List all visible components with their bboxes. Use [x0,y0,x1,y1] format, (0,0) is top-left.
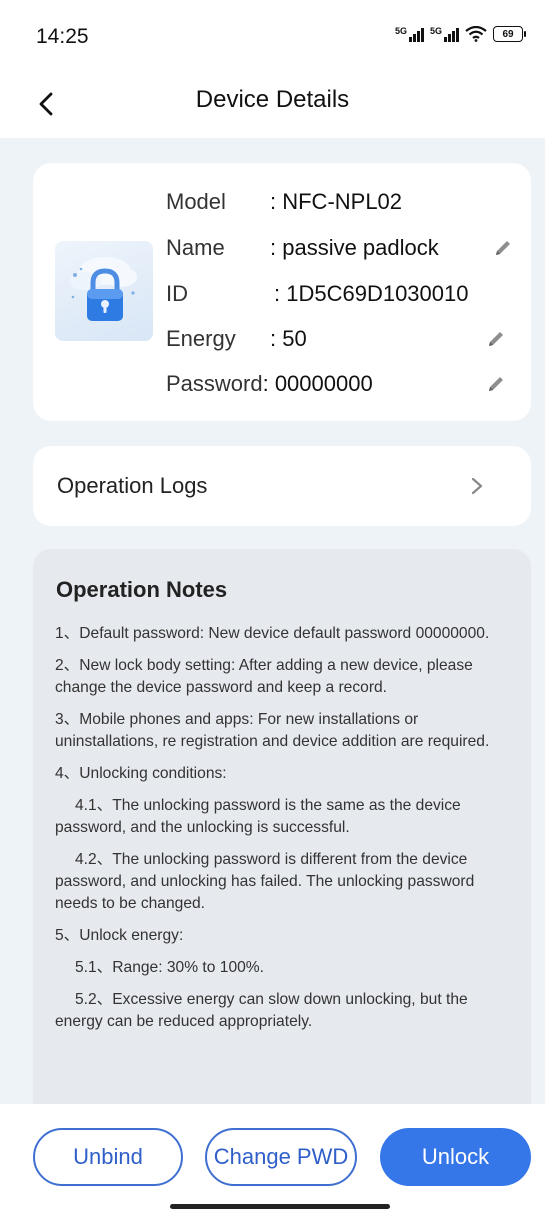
status-time: 14:25 [36,25,89,48]
name-label: Name [166,235,225,260]
status-icons: 5G 5G 69 [395,26,526,42]
energy-value: : 50 [270,326,307,351]
content-area: Model : NFC-NPL02 Name : passive padlock… [0,138,545,1104]
notes-title: Operation Notes [56,577,228,602]
note-item: 5.1、Range: 30% to 100%. [75,959,264,976]
note-item: 4、Unlocking conditions: [55,765,227,782]
id-value: : 1D5C69D1030010 [274,281,469,306]
pencil-icon [489,332,503,346]
change-password-button[interactable]: Change PWD [205,1128,357,1186]
page-title: Device Details [195,86,350,113]
name-row: Name : passive padlock [166,228,439,268]
padlock-image [55,241,153,341]
note-item: 1、Default password: New device default p… [55,625,490,642]
wifi-icon [465,26,487,42]
unbind-button[interactable]: Unbind [33,1128,183,1186]
device-info-card: Model : NFC-NPL02 Name : passive padlock… [33,163,531,421]
edit-energy-button[interactable] [483,326,509,352]
note-item: 4.1、The unlocking password is the same a… [55,797,461,836]
pencil-icon [489,377,503,391]
signal-icon: 5G [395,26,424,42]
signal-icon: 5G [430,26,459,42]
operation-logs-label: Operation Logs [57,473,208,498]
note-item: 4.2、The unlocking password is different … [55,851,475,912]
energy-row: Energy : 50 [166,319,307,359]
note-item: 5、Unlock energy: [55,927,184,944]
note-item: 3、Mobile phones and apps: For new instal… [55,711,490,750]
pencil-icon [496,241,510,255]
model-row: Model : NFC-NPL02 [166,182,402,222]
battery-icon: 69 [493,26,526,42]
bottom-action-bar: Unbind Change PWD Unlock [0,1104,545,1214]
notes-body: 1、Default password: New device default p… [55,623,515,1043]
status-bar: 14:25 5G 5G 69 [0,0,545,70]
unlock-button[interactable]: Unlock [380,1128,531,1186]
note-item: 2、New lock body setting: After adding a … [55,657,473,696]
note-item: 5.2、Excessive energy can slow down unloc… [55,991,468,1030]
operation-notes-card: Operation Notes 1、Default password: New … [33,549,531,1104]
energy-label: Energy [166,326,236,351]
id-row: ID : 1D5C69D1030010 [166,274,468,314]
header: Device Details [0,70,545,138]
edit-name-button[interactable] [490,235,516,261]
password-value: : 00000000 [262,371,373,396]
model-value: : NFC-NPL02 [270,189,403,214]
padlock-icon [69,257,137,321]
password-row: Password : 00000000 [166,364,373,404]
id-label: ID [166,281,188,306]
home-indicator [170,1204,390,1209]
chevron-right-icon [471,477,483,495]
operation-logs-link[interactable]: Operation Logs [33,446,531,526]
edit-password-button[interactable] [483,371,509,397]
model-label: Model [166,189,226,214]
password-label: Password [166,371,263,396]
name-value: : passive padlock [270,235,439,260]
